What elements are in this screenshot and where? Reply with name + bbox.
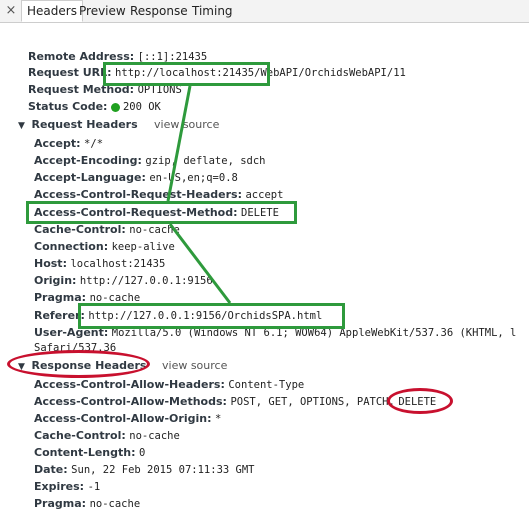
header-key: Cache-Control: [34,429,126,442]
view-source-link[interactable]: view source [154,117,219,133]
status-code-row: Status Code: 200 OK [28,99,161,115]
response-header-row: Expires: -1 [34,479,100,495]
response-header-row: Access-Control-Allow-Headers: Content-Ty… [34,377,304,393]
header-key: Access-Control-Allow-Headers: [34,378,225,391]
header-value: keep-alive [111,241,175,253]
header-key: Cache-Control: [34,223,126,236]
header-key: Accept: [34,137,81,150]
response-header-row: Pragma: no-cache [34,496,140,512]
header-key: Accept-Encoding: [34,154,142,167]
header-value: en-US,en;q=0.8 [149,172,238,184]
section-title: Request Headers [31,118,138,131]
header-value: 0 [139,447,146,459]
response-header-row: Access-Control-Allow-Origin: * [34,411,221,427]
header-value: -1 [87,481,101,493]
header-value: no-cache [89,498,141,510]
request-header-row: Accept-Language: en-US,en;q=0.8 [34,170,238,186]
highlight-ellipse-response-headers [7,350,150,378]
header-value: * [214,413,222,425]
collapse-triangle-icon[interactable]: ▼ [18,118,28,134]
header-value: http://127.0.0.1:9156 [79,275,213,287]
header-value: 200 OK [122,101,161,113]
highlight-box-referer [78,303,345,329]
request-header-row: Host: localhost:21435 [34,256,165,272]
response-header-row: Content-Length: 0 [34,445,145,461]
header-key: Access-Control-Allow-Origin: [34,412,212,425]
highlight-ellipse-delete [387,388,453,414]
header-value: Content-Type [228,379,305,391]
header-value: accept [245,189,284,201]
header-value: */* [84,138,104,150]
header-key: Pragma: [34,497,87,510]
header-key: Host: [34,257,67,270]
response-header-row: Cache-Control: no-cache [34,428,180,444]
header-key: Content-Length: [34,446,136,459]
tab-timing[interactable]: Timing [187,0,238,22]
header-value: no-cache [129,224,180,236]
header-value: Sun, 22 Feb 2015 07:11:33 GMT [71,464,255,476]
header-key: Request URL: [28,66,112,79]
highlight-box-request-url [103,62,270,86]
devtools-tab-bar: × Headers Preview Response Timing [0,0,529,23]
header-key: Origin: [34,274,77,287]
status-ok-icon [110,102,120,112]
highlight-box-request-method [26,201,297,224]
request-header-row: Accept-Encoding: gzip, deflate, sdch [34,153,266,169]
response-header-row: Date: Sun, 22 Feb 2015 07:11:33 GMT [34,462,255,478]
header-key: Accept-Language: [34,171,146,184]
header-key: Date: [34,463,68,476]
view-source-link[interactable]: view source [162,358,227,374]
close-icon[interactable]: × [4,3,18,19]
request-header-row: Accept: */* [34,136,103,152]
request-header-row: Origin: http://127.0.0.1:9156 [34,273,213,289]
header-key: Access-Control-Request-Headers: [34,188,242,201]
header-key: Connection: [34,240,109,253]
header-value: POST, GET, OPTIONS, PATCH, [230,396,395,408]
header-key: Expires: [34,480,85,493]
tab-response[interactable]: Response [125,0,193,22]
request-header-row: Connection: keep-alive [34,239,175,255]
header-value: gzip, deflate, sdch [145,155,266,167]
request-header-row: Cache-Control: no-cache [34,222,180,238]
header-value: no-cache [129,430,180,442]
response-header-row: Access-Control-Allow-Methods: POST, GET,… [34,394,436,410]
request-headers-section[interactable]: ▼ Request Headers [18,117,138,133]
header-value: localhost:21435 [70,258,166,270]
header-key: Access-Control-Allow-Methods: [34,395,227,408]
tab-preview[interactable]: Preview [74,0,131,22]
header-key: Status Code: [28,100,108,113]
